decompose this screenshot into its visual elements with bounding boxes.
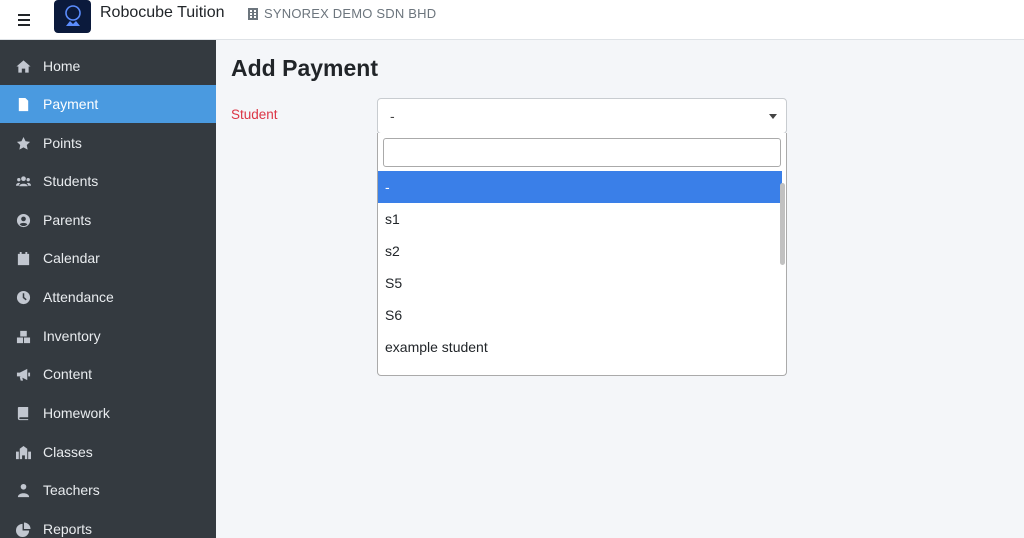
sidebar-item-label: Payment <box>43 96 99 112</box>
sidebar-item-label: Points <box>43 135 82 151</box>
sidebar-item-label: Students <box>43 173 99 189</box>
sidebar-item-teachers[interactable]: Teachers <box>0 471 216 509</box>
pie-chart-icon <box>15 521 31 537</box>
star-icon <box>15 135 31 151</box>
sidebar-item-label: Inventory <box>43 328 101 344</box>
sidebar-item-home[interactable]: Home <box>0 47 216 85</box>
dropdown-option[interactable]: s1 <box>378 203 782 235</box>
sidebar-item-parents[interactable]: Parents <box>0 201 216 239</box>
robocube-logo-icon <box>64 4 81 26</box>
book-icon <box>15 405 31 421</box>
sidebar-item-inventory[interactable]: Inventory <box>0 317 216 355</box>
dropdown-options-list: - s1 s2 S5 S6 example student <box>378 171 782 375</box>
users-icon <box>15 173 31 189</box>
brand-name[interactable]: Robocube Tuition <box>100 4 225 22</box>
sidebar-item-label: Parents <box>43 212 92 228</box>
page-title: Add Payment <box>231 55 378 81</box>
sidebar-item-attendance[interactable]: Attendance <box>0 278 216 316</box>
sidebar-item-content[interactable]: Content <box>0 355 216 393</box>
sidebar-item-reports[interactable]: Reports <box>0 510 216 538</box>
sidebar-item-label: Attendance <box>43 289 114 305</box>
calendar-icon <box>15 250 31 266</box>
sidebar-item-label: Reports <box>43 521 93 537</box>
sidebar-item-label: Calendar <box>43 250 100 266</box>
building-icon <box>248 7 258 20</box>
dropdown-option[interactable]: example student <box>378 331 782 363</box>
student-label: Student <box>231 107 278 122</box>
dropdown-option[interactable]: S5 <box>378 267 782 299</box>
student-select-value: - <box>390 108 395 124</box>
sidebar-item-homework[interactable]: Homework <box>0 394 216 432</box>
school-icon <box>15 444 31 460</box>
dropdown-option[interactable]: S6 <box>378 299 782 331</box>
boxes-icon <box>15 328 31 344</box>
dropdown-option[interactable]: s2 <box>378 235 782 267</box>
sidebar-item-label: Teachers <box>43 482 100 498</box>
document-icon <box>15 96 31 112</box>
dropdown-search-input[interactable] <box>383 138 781 167</box>
user-circle-icon <box>15 212 31 228</box>
dropdown-option[interactable]: - <box>378 171 782 203</box>
company-name: SYNOREX DEMO SDN BHD <box>248 6 436 21</box>
sidebar-item-label: Content <box>43 366 93 382</box>
dropdown-option-partial[interactable] <box>378 366 782 375</box>
sidebar-item-label: Home <box>43 58 81 74</box>
teacher-icon <box>15 482 31 498</box>
sidebar-item-label: Homework <box>43 405 110 421</box>
student-select[interactable]: - <box>377 98 787 134</box>
clock-icon <box>15 289 31 305</box>
home-icon <box>15 58 31 74</box>
sidebar-item-calendar[interactable]: Calendar <box>0 239 216 277</box>
sidebar-item-payment[interactable]: Payment <box>0 85 216 123</box>
sidebar-item-points[interactable]: Points <box>0 124 216 162</box>
dropdown-scrollbar[interactable] <box>780 183 785 265</box>
hamburger-icon[interactable] <box>15 13 37 26</box>
brand-logo[interactable] <box>54 0 91 33</box>
student-dropdown: - s1 s2 S5 S6 example student <box>377 133 787 376</box>
sidebar-item-classes[interactable]: Classes <box>0 433 216 471</box>
chevron-down-icon <box>769 114 777 119</box>
sidebar-item-label: Classes <box>43 444 93 460</box>
sidebar-item-students[interactable]: Students <box>0 162 216 200</box>
sidebar: Home Payment Points Students Parents Cal… <box>0 40 216 538</box>
company-label: SYNOREX DEMO SDN BHD <box>264 6 437 21</box>
megaphone-icon <box>15 366 31 382</box>
